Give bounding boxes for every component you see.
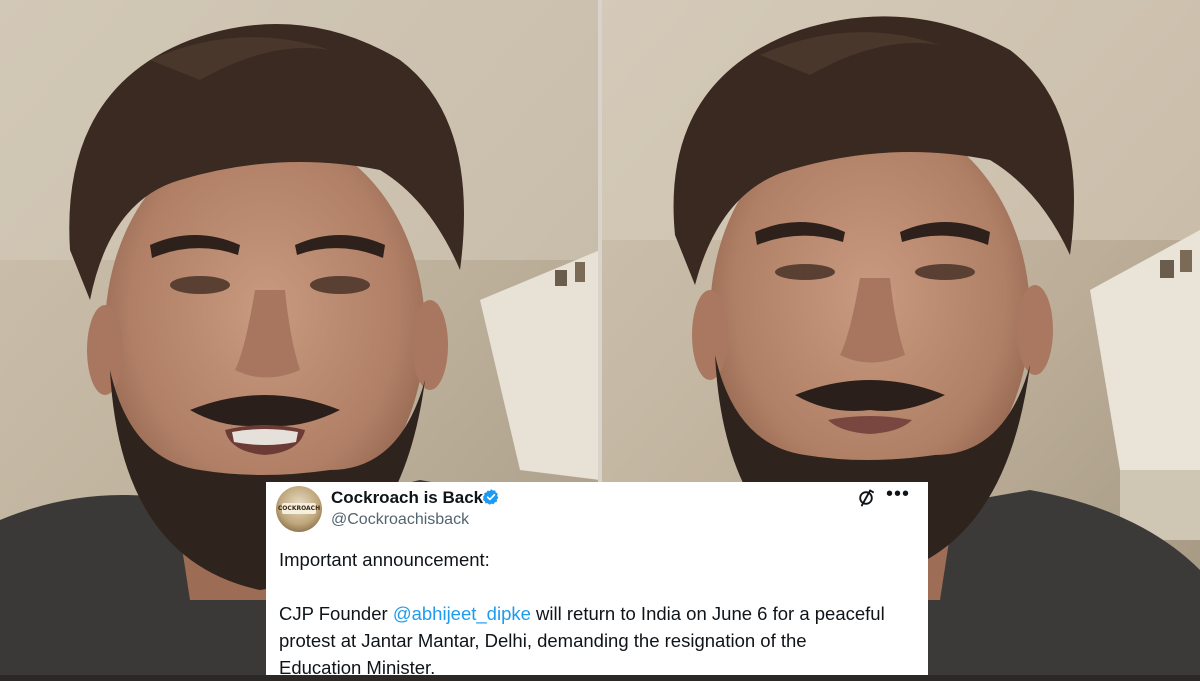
display-name[interactable]: Cockroach is Back xyxy=(331,488,483,508)
verified-badge-icon xyxy=(482,489,499,505)
more-options-icon[interactable]: ••• xyxy=(886,484,909,507)
tweet-line-3: protest at Jantar Mantar, Delhi, demandi… xyxy=(279,630,807,651)
body-rest-1: will return to India on June 6 for a pea… xyxy=(530,603,885,624)
tweet-body: Important announcement: CJP Founder @abh… xyxy=(279,546,919,681)
body-prefix: CJP Founder xyxy=(279,603,393,624)
tweet-paragraph-2: CJP Founder @abhijeet_dipke will return … xyxy=(279,600,919,627)
tweet-line-1: Important announcement: xyxy=(279,549,490,570)
tweet-card[interactable]: COCKROACH Cockroach is Back @Cockroachis… xyxy=(266,482,928,678)
handle[interactable]: @Cockroachisback xyxy=(331,511,469,529)
avatar[interactable]: COCKROACH xyxy=(276,486,322,532)
sync-icon[interactable] xyxy=(856,488,876,508)
tweet-line-4: Education Minister. xyxy=(279,657,436,678)
avatar-text: COCKROACH xyxy=(277,505,321,512)
mention-link[interactable]: @abhijeet_dipke xyxy=(393,603,531,624)
